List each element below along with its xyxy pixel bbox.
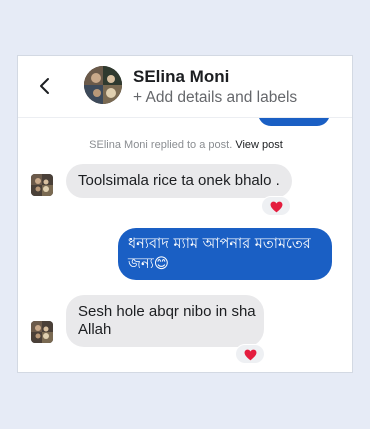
- avatar-photo: [84, 66, 122, 104]
- message-text-line: Allah: [78, 321, 112, 338]
- reply-note: SElina Moni replied to a post. View post: [18, 139, 352, 151]
- chat-window: SElina Moni + Add details and labels SEl…: [17, 55, 353, 373]
- add-details-link[interactable]: + Add details and labels: [133, 89, 297, 107]
- back-button[interactable]: [35, 73, 55, 99]
- contact-avatar[interactable]: [84, 66, 122, 104]
- heart-icon: [270, 201, 283, 213]
- avatar-photo: [31, 321, 53, 343]
- sender-avatar[interactable]: [31, 174, 53, 196]
- message-bubble[interactable]: Toolsimala rice ta onek bhalo .: [66, 164, 292, 198]
- avatar-photo: [31, 174, 53, 196]
- contact-name[interactable]: SElina Moni: [133, 67, 229, 87]
- reply-note-text: SElina Moni replied to a post.: [89, 139, 233, 151]
- message-reaction[interactable]: [261, 196, 291, 216]
- heart-icon: [244, 349, 257, 361]
- chat-header: SElina Moni + Add details and labels: [18, 56, 352, 118]
- message-bubble[interactable]: ধন্যবাদ ম্যাম আপনার মতামতের জন্য😊: [118, 228, 332, 280]
- chevron-left-icon: [40, 78, 49, 94]
- message-reaction[interactable]: [235, 344, 265, 364]
- view-post-link[interactable]: View post: [235, 139, 283, 151]
- message-text-line: Sesh hole abqr nibo in sha: [78, 303, 256, 320]
- message-text: Toolsimala rice ta onek bhalo .: [78, 172, 280, 189]
- message-bubble[interactable]: Sesh hole abqr nibo in sha Allah: [66, 295, 264, 347]
- message-text-line: জন্য😊: [128, 256, 169, 272]
- sender-avatar[interactable]: [31, 321, 53, 343]
- message-text-line: ধন্যবাদ ম্যাম আপনার মতামতের: [128, 236, 311, 252]
